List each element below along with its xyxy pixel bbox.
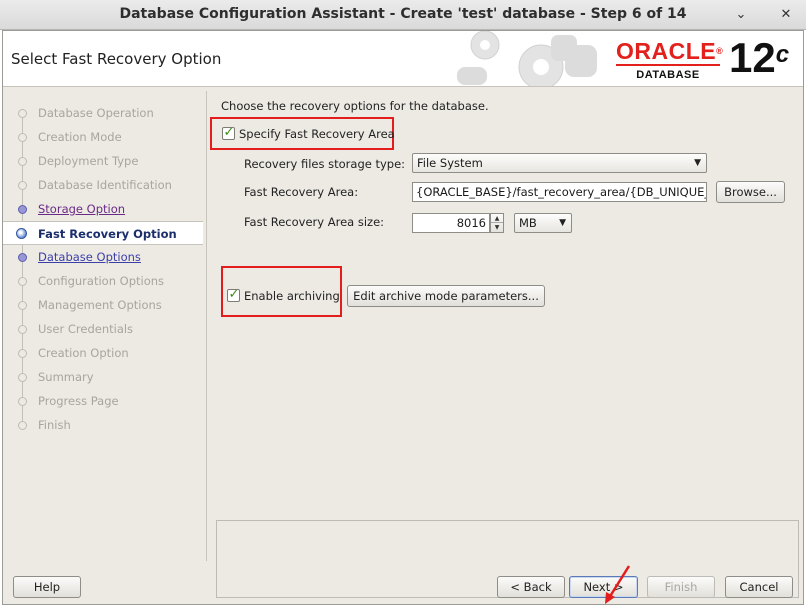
step-label: Finish [38,418,71,432]
specify-fra-checkbox[interactable]: ✓ [222,125,235,140]
dropdown-arrow-icon: ▼ [559,218,566,228]
step-dot-icon [18,205,27,214]
step-dot-icon [18,373,27,382]
header-banner: Select Fast Recovery Option ORACLE® DATA… [3,31,803,87]
version-number: 12 [729,34,776,81]
step-database-options[interactable]: Database Options [11,245,203,269]
step-label: Fast Recovery Option [38,227,177,241]
window-titlebar: Database Configuration Assistant - Creat… [0,0,806,30]
storage-type-label: Recovery files storage type: [244,157,406,171]
oracle-logo-database: DATABASE [616,64,720,81]
step-label: User Credentials [38,322,134,336]
step-label: Configuration Options [38,274,165,288]
oracle-logo-word: ORACLE [616,38,717,64]
content-panel: Choose the recovery options for the data… [206,91,802,598]
step-label: Creation Option [38,346,129,360]
step-label: Management Options [38,298,162,312]
checkmark-icon: ✓ [228,287,240,302]
dialog-window: Select Fast Recovery Option ORACLE® DATA… [2,30,804,605]
step-dot-icon [18,301,27,310]
fra-size-spinner[interactable]: ▲ ▼ [490,213,504,233]
registered-mark: ® [716,46,724,56]
step-deployment-type: Deployment Type [11,149,203,173]
version-logo: 12c [729,36,789,80]
step-label[interactable]: Database Options [38,250,141,264]
fra-location-label: Fast Recovery Area: [244,185,359,199]
step-dot-icon [18,109,27,118]
storage-type-select[interactable]: File System ▼ [412,153,707,173]
step-storage-option[interactable]: Storage Option [11,197,203,221]
edit-archive-params-button[interactable]: Edit archive mode parameters... [347,285,545,307]
step-label: Progress Page [38,394,119,408]
dropdown-arrow-icon: ▼ [694,158,701,168]
fra-size-unit-select[interactable]: MB ▼ [514,213,572,233]
step-management-options: Management Options [11,293,203,317]
cancel-button[interactable]: Cancel [725,576,793,598]
oracle-logo: ORACLE® DATABASE [616,38,724,81]
help-button[interactable]: Help [13,576,81,598]
step-configuration-options: Configuration Options [11,269,203,293]
step-creation-option: Creation Option [11,341,203,365]
back-button[interactable]: < Back [497,576,565,598]
step-summary: Summary [11,365,203,389]
step-dot-icon [18,253,27,262]
step-label[interactable]: Storage Option [38,202,125,216]
step-database-identification: Database Identification [11,173,203,197]
fra-size-label: Fast Recovery Area size: [244,215,385,229]
step-dot-icon [18,133,27,142]
step-dot-icon [18,397,27,406]
close-button[interactable]: ✕ [775,4,797,26]
step-label: Database Identification [38,178,172,192]
step-label: Deployment Type [38,154,139,168]
enable-archiving-checkbox[interactable]: ✓ [227,287,240,302]
step-dot-icon [18,349,27,358]
enable-archiving-label[interactable]: Enable archiving [244,289,340,303]
step-database-operation: Database Operation [11,101,203,125]
step-progress-page: Progress Page [11,389,203,413]
window-title: Database Configuration Assistant - Creat… [119,6,687,22]
step-creation-mode: Creation Mode [11,125,203,149]
spin-up-icon[interactable]: ▲ [491,214,503,223]
fra-size-input[interactable]: 8016 [412,213,490,233]
step-label: Database Operation [38,106,154,120]
minimize-button[interactable]: ⌄ [730,4,752,26]
step-current-dot-icon [16,228,27,239]
fra-location-input[interactable]: {ORACLE_BASE}/fast_recovery_area/{DB_UNI… [412,182,707,202]
spin-down-icon[interactable]: ▼ [491,223,503,232]
specify-fra-label[interactable]: Specify Fast Recovery Area [239,127,395,141]
step-label: Summary [38,370,94,384]
bottom-button-bar: Help < Back Next > Finish Cancel [3,571,803,604]
step-finish: Finish [11,413,203,437]
checkmark-icon: ✓ [223,125,235,140]
step-fast-recovery-option: Fast Recovery Option [3,221,203,245]
step-dot-icon [18,325,27,334]
step-dot-icon [18,157,27,166]
browse-button[interactable]: Browse... [716,181,785,203]
steps-navigation: Database Operation Creation Mode Deploym… [3,101,203,437]
intro-text: Choose the recovery options for the data… [221,99,489,113]
step-dot-icon [18,181,27,190]
step-dot-icon [18,421,27,430]
page-title: Select Fast Recovery Option [11,50,222,68]
storage-type-value: File System [417,156,483,170]
step-label: Creation Mode [38,130,122,144]
annotation-arrow-icon [605,565,631,604]
step-dot-icon [18,277,27,286]
finish-button: Finish [647,576,715,598]
gears-graphic-icon [457,31,597,86]
version-suffix: c [775,41,790,68]
fra-size-unit-value: MB [519,216,537,230]
step-user-credentials: User Credentials [11,317,203,341]
